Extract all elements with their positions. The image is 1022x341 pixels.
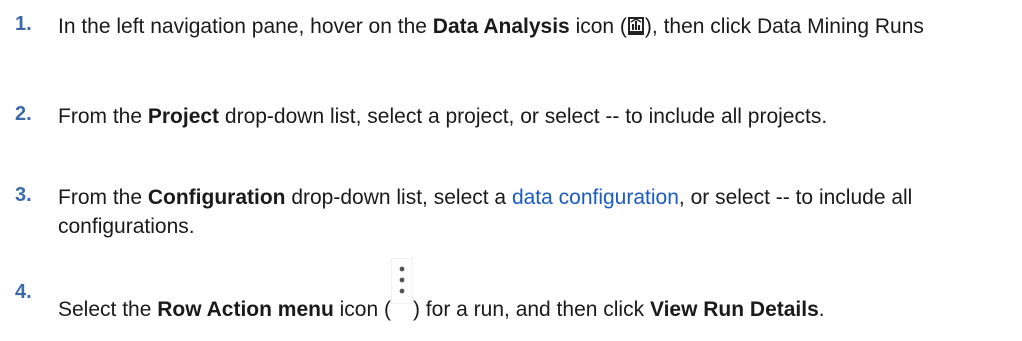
ui-term-view-run-details: View Run Details	[649, 298, 819, 321]
data-configuration-link[interactable]: data configuration	[512, 186, 679, 209]
step-number: 4.	[15, 281, 32, 303]
row-action-menu-icon	[390, 258, 413, 324]
step-number: 3.	[15, 184, 32, 206]
ui-term-project: Project	[147, 105, 220, 128]
ui-term-configuration: Configuration	[147, 186, 286, 209]
ui-term-data-analysis: Data Analysis	[432, 15, 570, 38]
step-number: 1.	[15, 13, 32, 35]
ui-term-row-action-menu: Row Action menu	[157, 298, 334, 321]
step-text: In the left navigation pane, hover on th…	[58, 15, 924, 38]
step-number: 2.	[15, 103, 32, 125]
step-text: Select the Row Action menu icon ( ) for …	[58, 258, 1008, 324]
data-analysis-icon	[627, 15, 645, 35]
step-text: From the Project drop-down list, select …	[58, 105, 828, 128]
step-text: From the Configuration drop-down list, s…	[58, 186, 913, 238]
